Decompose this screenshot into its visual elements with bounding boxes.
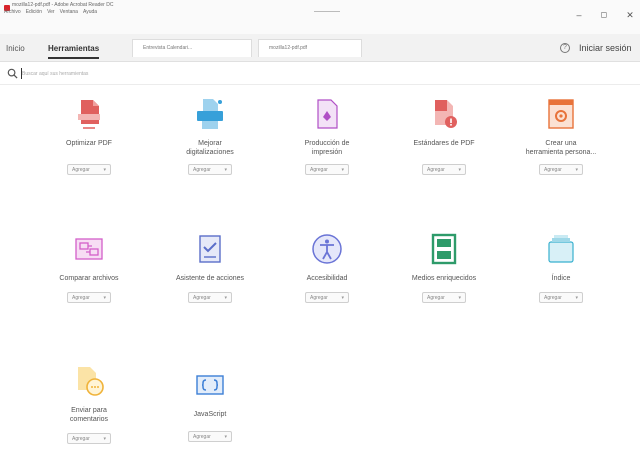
maximize-button[interactable]: ◻ [598,9,610,21]
menu-ver[interactable]: Ver [47,9,55,15]
optimize-pdf-icon [78,100,100,129]
action-wizard-icon [199,235,221,263]
tool-label: JavaScript [193,411,227,418]
chevron-down-icon: ▾ [103,435,106,442]
chevron-down-icon: ▾ [103,166,106,173]
menu-ayuda[interactable]: Ayuda [83,9,97,15]
chevron-down-icon: ▾ [341,166,344,173]
chevron-down-icon: ▾ [224,294,227,301]
window-title: mozilla12-pdf.pdf - Adobe Acrobat Reader… [12,2,114,8]
chevron-down-icon: ▾ [575,294,578,301]
tool-label: Enviar para comentarios [69,407,109,423]
close-button[interactable]: ✕ [624,9,636,21]
tool-label: Índice [551,275,571,282]
tool-search-bar [0,63,640,85]
chevron-down-icon: ▾ [458,166,461,173]
tool-label: Asistente de acciones [175,275,245,282]
index-icon [548,235,574,263]
enhance-scans-icon [197,99,223,129]
search-icon [7,68,18,79]
send-for-comments-icon [78,367,104,396]
add-tool-button[interactable]: Agregar ▾ [305,164,349,175]
menu-bar: Archivo Edición Ver Ventana Ayuda [4,9,97,15]
add-tool-button[interactable]: Agregar ▾ [539,292,583,303]
tab-herramientas[interactable]: Herramientas [48,44,100,59]
print-production-icon [317,99,338,129]
add-tool-button[interactable]: Agregar ▾ [422,164,466,175]
tool-label: Accesibilidad [306,275,348,282]
help-icon[interactable]: ? [560,43,570,53]
document-tab-entrevista[interactable]: Entrevista Calendari... [132,39,252,57]
tab-inicio[interactable]: Inicio [6,44,25,53]
rich-media-icon [431,233,457,265]
tool-label: Producción de impresión [304,140,350,156]
create-custom-tool-icon [548,99,574,129]
tool-label: Crear una herramienta persona... [525,140,597,156]
add-tool-button[interactable]: Agregar ▾ [67,164,111,175]
compare-files-icon [75,238,103,260]
tool-label: Estándares de PDF [413,140,475,147]
signin-button[interactable]: Iniciar sesión [579,43,632,53]
add-tool-button[interactable]: Agregar ▾ [188,292,232,303]
drag-handle [314,11,340,12]
tool-label: Optimizar PDF [66,140,112,147]
add-tool-button[interactable]: Agregar ▾ [188,164,232,175]
document-tab-mozilla12[interactable]: mozilla12-pdf.pdf [258,39,362,57]
javascript-icon [196,375,224,395]
accessibility-icon [312,234,342,264]
chevron-down-icon: ▾ [224,433,227,440]
chevron-down-icon: ▾ [103,294,106,301]
add-tool-button[interactable]: Agregar ▾ [539,164,583,175]
title-bar: mozilla12-pdf.pdf - Adobe Acrobat Reader… [0,0,640,34]
menu-ventana[interactable]: Ventana [60,9,78,15]
chevron-down-icon: ▾ [341,294,344,301]
tool-label: Medios enriquecidos [411,275,477,282]
menu-edicion[interactable]: Edición [26,9,42,15]
add-tool-button[interactable]: Agregar ▾ [67,433,111,444]
add-tool-button[interactable]: Agregar ▾ [188,431,232,442]
pdf-standards-icon [435,100,457,128]
tab-bar: Inicio Herramientas Entrevista Calendari… [0,34,640,62]
tool-label: Comparar archivos [59,275,119,282]
search-input[interactable] [22,67,322,80]
chevron-down-icon: ▾ [575,166,578,173]
add-tool-button[interactable]: Agregar ▾ [67,292,111,303]
chevron-down-icon: ▾ [224,166,227,173]
menu-archivo[interactable]: Archivo [4,9,21,15]
minimize-button[interactable]: – [573,9,585,21]
add-tool-button[interactable]: Agregar ▾ [305,292,349,303]
chevron-down-icon: ▾ [458,294,461,301]
add-tool-button[interactable]: Agregar ▾ [422,292,466,303]
tool-label: Mejorar digitalizaciones [186,140,234,156]
